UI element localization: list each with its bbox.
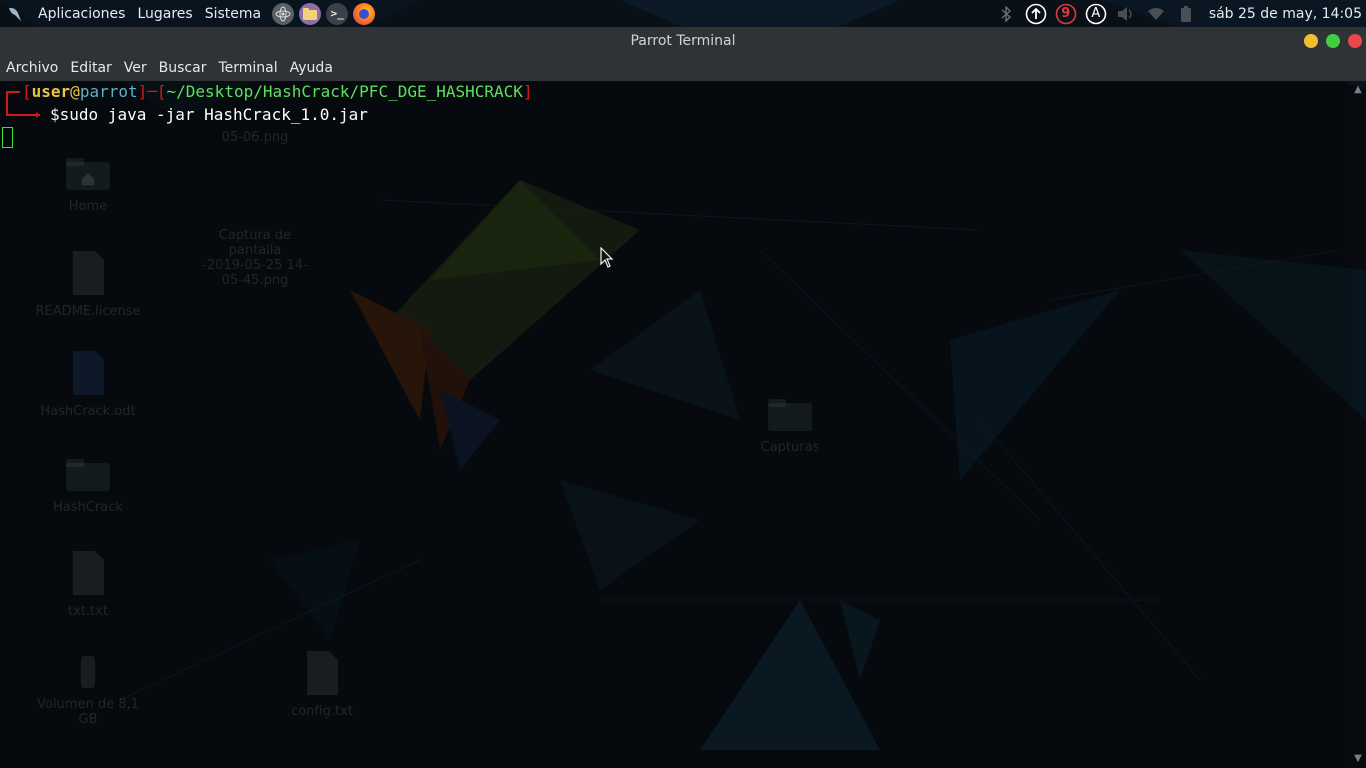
firefox-icon[interactable] <box>353 2 376 25</box>
scroll-down-icon[interactable]: ▼ <box>1353 754 1363 764</box>
menu-aplicaciones[interactable]: Aplicaciones <box>38 6 125 22</box>
terminal-icon[interactable]: >_ <box>326 2 349 25</box>
maximize-button[interactable] <box>1326 34 1340 48</box>
menu-ayuda[interactable]: Ayuda <box>284 60 339 76</box>
volume-icon[interactable] <box>1115 3 1137 25</box>
menu-ver[interactable]: Ver <box>118 60 153 76</box>
top-panel: Aplicaciones Lugares Sistema >_ 9 A sáb … <box>0 0 1366 27</box>
window-title: Parrot Terminal <box>630 33 736 49</box>
wifi-icon[interactable] <box>1145 3 1167 25</box>
prompt-separator: ]─[ <box>137 82 167 101</box>
notifications-count: 9 <box>1061 6 1071 21</box>
prompt-user: user <box>31 82 71 101</box>
terminal-menubar: Archivo Editar Ver Buscar Terminal Ayuda <box>0 55 1366 81</box>
prompt-line: [user@parrot]─[~/Desktop/HashCrack/PFC_D… <box>22 81 533 103</box>
parrot-logo-icon[interactable] <box>4 3 26 25</box>
menu-terminal[interactable]: Terminal <box>212 60 283 76</box>
prompt-host: parrot <box>79 82 138 101</box>
menu-lugares[interactable]: Lugares <box>137 6 192 22</box>
terminal-cursor <box>2 127 13 148</box>
system-tray: 9 A sáb 25 de may, 14:05 <box>991 0 1366 27</box>
window-titlebar[interactable]: Parrot Terminal <box>0 27 1366 55</box>
menu-buscar[interactable]: Buscar <box>153 60 213 76</box>
minimize-button[interactable] <box>1304 34 1318 48</box>
menu-sistema[interactable]: Sistema <box>205 6 261 22</box>
accessibility-label: A <box>1091 6 1101 21</box>
clock[interactable]: sáb 25 de may, 14:05 <box>1209 6 1362 22</box>
terminal-scrollbar[interactable]: ▲ ▼ <box>1350 81 1366 768</box>
mouse-pointer-icon <box>600 247 614 268</box>
scroll-up-icon[interactable]: ▲ <box>1353 85 1363 95</box>
command-line: $sudo java -jar HashCrack_1.0.jar <box>50 104 368 126</box>
prompt-at: @ <box>70 82 80 101</box>
arrow-up-circle-icon[interactable] <box>1025 3 1047 25</box>
accessibility-badge[interactable]: A <box>1085 3 1107 25</box>
menu-archivo[interactable]: Archivo <box>0 60 64 76</box>
window-controls <box>1296 34 1362 48</box>
bluetooth-icon[interactable] <box>995 3 1017 25</box>
folder-icon[interactable] <box>299 2 322 25</box>
close-button[interactable] <box>1348 34 1362 48</box>
atom-icon[interactable] <box>272 2 295 25</box>
notifications-badge[interactable]: 9 <box>1055 3 1077 25</box>
terminal-output[interactable]: [user@parrot]─[~/Desktop/HashCrack/PFC_D… <box>0 81 1350 768</box>
command-text: sudo java -jar HashCrack_1.0.jar <box>59 105 368 124</box>
prompt-cwd: ~/Desktop/HashCrack/PFC_DGE_HASHCRACK <box>166 82 523 101</box>
battery-icon[interactable] <box>1175 3 1197 25</box>
menu-editar[interactable]: Editar <box>64 60 117 76</box>
prompt-bracket-close: ] <box>522 82 533 101</box>
prompt-symbol: $ <box>50 105 60 124</box>
prompt-bracket-open: [ <box>22 82 32 101</box>
